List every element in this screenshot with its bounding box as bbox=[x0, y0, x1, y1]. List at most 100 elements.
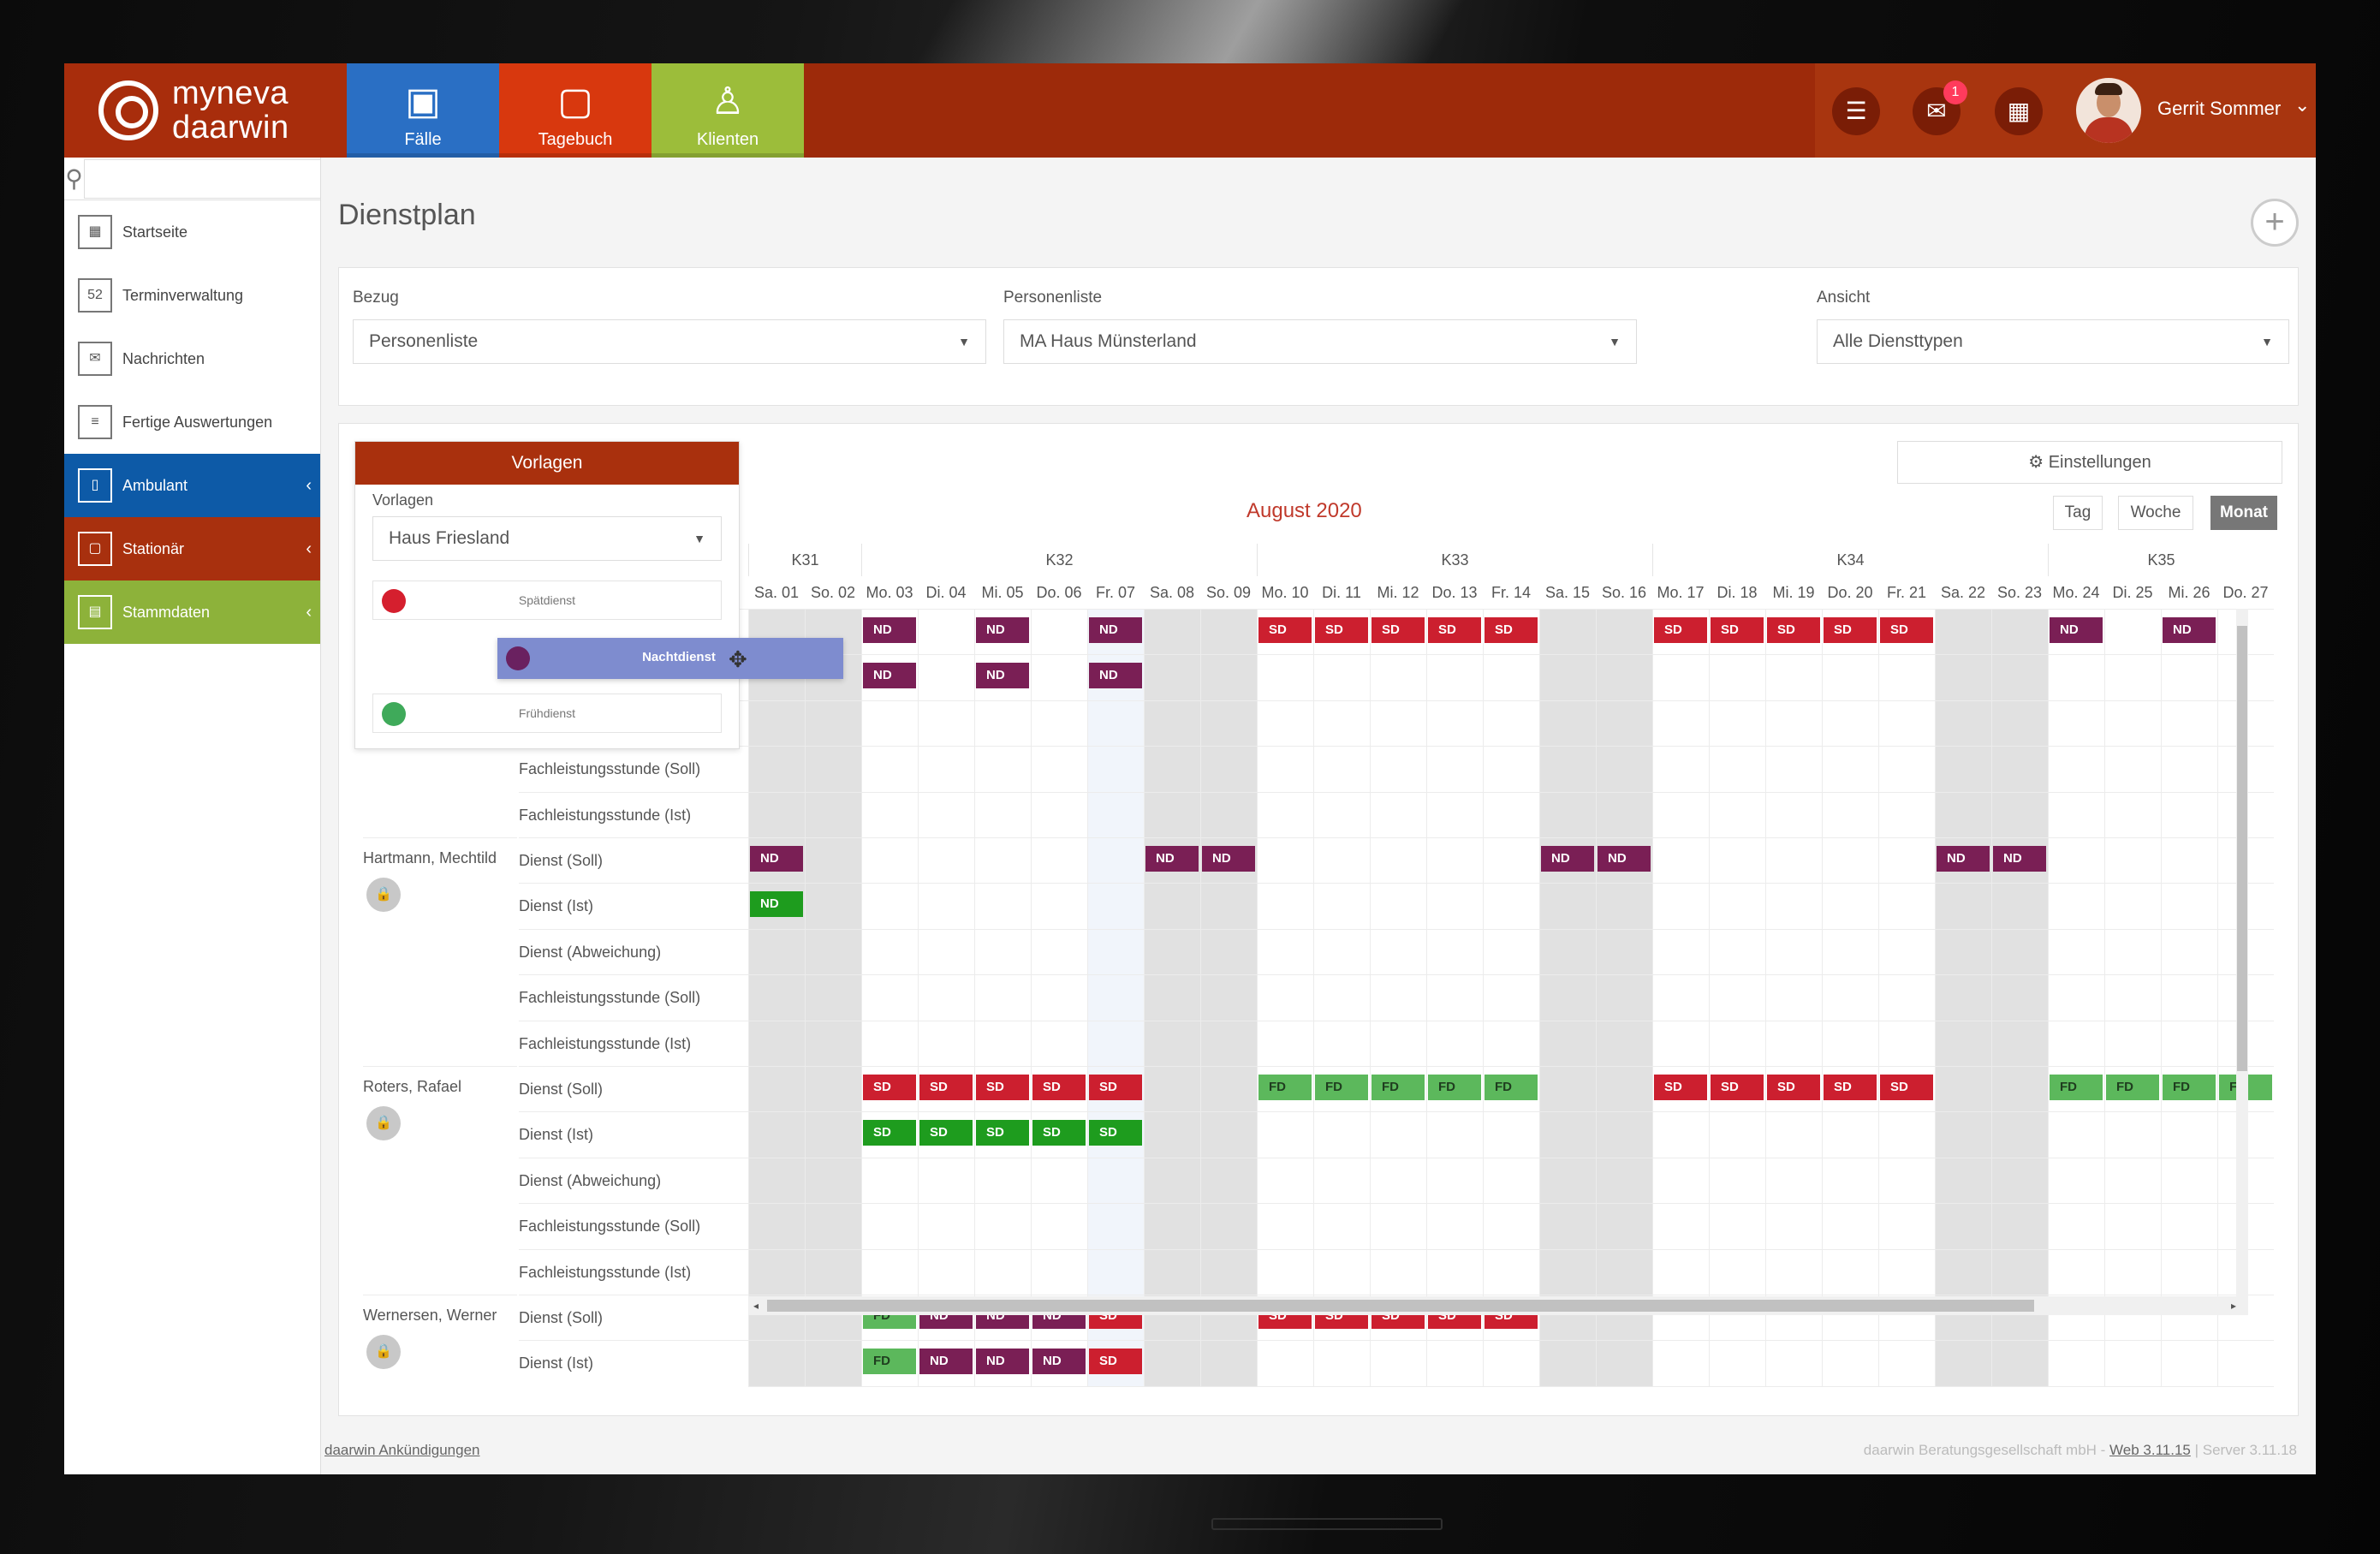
lock-icon[interactable]: 🔒 bbox=[366, 1335, 401, 1369]
shift-chip[interactable]: ND bbox=[750, 891, 803, 918]
lock-icon[interactable]: 🔒 bbox=[366, 1106, 401, 1140]
sidebar-item-startseite[interactable]: ▦ Startseite bbox=[64, 200, 320, 264]
shift-chip[interactable]: SD bbox=[1824, 1075, 1877, 1100]
shift-chip[interactable]: ND bbox=[863, 663, 916, 689]
vorlagen-header[interactable]: Vorlagen bbox=[355, 442, 739, 485]
search-input[interactable] bbox=[84, 158, 320, 199]
messages-button[interactable]: ✉ 1 bbox=[1913, 80, 1967, 135]
shift-chip[interactable]: ND bbox=[976, 617, 1029, 643]
shift-chip[interactable]: SD bbox=[1767, 617, 1820, 643]
day-column[interactable] bbox=[1144, 609, 1200, 1386]
tab-faelle[interactable]: ▣ Fälle bbox=[347, 63, 499, 158]
shift-chip[interactable]: SD bbox=[1315, 617, 1368, 643]
day-column[interactable] bbox=[1313, 609, 1370, 1386]
shift-chip[interactable]: ND bbox=[1541, 846, 1594, 872]
shift-chip[interactable]: ND bbox=[1089, 663, 1142, 689]
shift-chip[interactable]: SD bbox=[1767, 1075, 1820, 1100]
day-column[interactable] bbox=[918, 609, 974, 1386]
day-column[interactable] bbox=[1370, 609, 1426, 1386]
sidebar-item-nachrichten[interactable]: ✉ Nachrichten bbox=[64, 327, 320, 390]
shift-chip[interactable]: SD bbox=[1711, 617, 1764, 643]
sidebar-item-stationaer[interactable]: ▢ Stationär ‹ bbox=[64, 517, 320, 581]
shift-chip[interactable]: SD bbox=[919, 1120, 973, 1146]
shift-chip[interactable]: SD bbox=[1654, 617, 1707, 643]
personenliste-select[interactable]: MA Haus Münsterland ▼ bbox=[1003, 319, 1637, 364]
shift-chip[interactable]: SD bbox=[863, 1075, 916, 1100]
day-column[interactable] bbox=[1031, 609, 1087, 1386]
day-column[interactable] bbox=[1596, 609, 1652, 1386]
shift-chip[interactable]: ND bbox=[1993, 846, 2046, 872]
shift-chip[interactable]: FD bbox=[1258, 1075, 1312, 1100]
day-column[interactable] bbox=[805, 609, 861, 1386]
day-column[interactable] bbox=[2104, 609, 2161, 1386]
shift-chip[interactable]: ND bbox=[1937, 846, 1990, 872]
app-logo[interactable]: myneva daarwin bbox=[64, 63, 347, 158]
template-fruehdienst[interactable]: Frühdienst bbox=[372, 694, 722, 733]
add-button[interactable]: + bbox=[2251, 199, 2299, 247]
shift-chip[interactable]: ND bbox=[1032, 1349, 1086, 1375]
shift-chip[interactable]: ND bbox=[1598, 846, 1651, 872]
shift-chip[interactable]: ND bbox=[2050, 617, 2103, 643]
day-column[interactable] bbox=[1822, 609, 1878, 1386]
shift-chip[interactable]: ND bbox=[976, 1349, 1029, 1375]
day-column[interactable] bbox=[1257, 609, 1313, 1386]
shift-chip[interactable]: SD bbox=[1824, 617, 1877, 643]
scroll-right-icon[interactable]: ▸ bbox=[2231, 1300, 2236, 1312]
shift-chip[interactable]: SD bbox=[1089, 1349, 1142, 1375]
shift-chip[interactable]: SD bbox=[976, 1075, 1029, 1100]
day-column[interactable] bbox=[2048, 609, 2104, 1386]
person-name[interactable]: Wernersen, Werner bbox=[363, 1307, 517, 1325]
shift-chip[interactable]: FD bbox=[1485, 1075, 1538, 1100]
view-tag-button[interactable]: Tag bbox=[2053, 496, 2103, 530]
avatar[interactable] bbox=[2076, 78, 2141, 143]
shift-chip[interactable]: SD bbox=[1485, 617, 1538, 643]
shift-chip[interactable]: FD bbox=[1371, 1075, 1425, 1100]
day-column[interactable] bbox=[1991, 609, 2048, 1386]
shift-chip[interactable]: SD bbox=[1089, 1075, 1142, 1100]
day-column[interactable] bbox=[1200, 609, 1257, 1386]
shift-chip[interactable]: ND bbox=[1089, 617, 1142, 643]
shift-chip[interactable]: SD bbox=[863, 1120, 916, 1146]
day-column[interactable] bbox=[1878, 609, 1935, 1386]
calendar-button[interactable]: ▦ bbox=[1995, 87, 2043, 135]
vertical-scroll-thumb[interactable] bbox=[2237, 626, 2247, 1071]
shift-chip[interactable]: FD bbox=[2106, 1075, 2159, 1100]
shift-chip[interactable]: FD bbox=[2050, 1075, 2103, 1100]
shift-chip[interactable]: FD bbox=[2163, 1075, 2216, 1100]
bezug-select[interactable]: Personenliste ▼ bbox=[353, 319, 986, 364]
day-column[interactable] bbox=[2161, 609, 2217, 1386]
view-woche-button[interactable]: Woche bbox=[2118, 496, 2193, 530]
shift-chip[interactable]: SD bbox=[1089, 1120, 1142, 1146]
shift-chip[interactable]: SD bbox=[1032, 1075, 1086, 1100]
shift-chip[interactable]: ND bbox=[863, 617, 916, 643]
announcements-link[interactable]: daarwin Ankündigungen bbox=[324, 1442, 479, 1459]
day-column[interactable] bbox=[1087, 609, 1144, 1386]
template-spaetdienst[interactable]: Spätdienst bbox=[372, 581, 722, 620]
day-column[interactable] bbox=[1426, 609, 1483, 1386]
settings-button[interactable]: ⚙ Einstellungen bbox=[1897, 441, 2282, 484]
shift-chip[interactable]: SD bbox=[1880, 1075, 1933, 1100]
documents-button[interactable]: ☰ bbox=[1832, 87, 1880, 135]
day-column[interactable] bbox=[1765, 609, 1822, 1386]
user-name[interactable]: Gerrit Sommer bbox=[2157, 98, 2281, 120]
shift-chip[interactable]: SD bbox=[976, 1120, 1029, 1146]
day-column[interactable] bbox=[861, 609, 918, 1386]
sidebar-item-ambulant[interactable]: ▯ Ambulant ‹ bbox=[64, 454, 320, 517]
shift-chip[interactable]: ND bbox=[919, 1349, 973, 1375]
shift-chip[interactable]: SD bbox=[1880, 617, 1933, 643]
shift-chip[interactable]: ND bbox=[750, 846, 803, 872]
template-nachtdienst-dragging[interactable]: Nachtdienst ✥ bbox=[497, 638, 843, 679]
day-column[interactable] bbox=[974, 609, 1031, 1386]
ansicht-select[interactable]: Alle Diensttypen ▼ bbox=[1817, 319, 2289, 364]
horizontal-scrollbar[interactable]: ◂ ▸ bbox=[748, 1296, 2248, 1315]
day-column[interactable] bbox=[1539, 609, 1596, 1386]
day-column[interactable] bbox=[1709, 609, 1765, 1386]
day-column[interactable] bbox=[1935, 609, 1991, 1386]
person-name[interactable]: Roters, Rafael bbox=[363, 1078, 517, 1096]
shift-chip[interactable]: SD bbox=[1371, 617, 1425, 643]
shift-chip[interactable]: FD bbox=[863, 1349, 916, 1375]
shift-chip[interactable]: SD bbox=[919, 1075, 973, 1100]
shift-chip[interactable]: SD bbox=[1428, 617, 1481, 643]
day-column[interactable] bbox=[1652, 609, 1709, 1386]
vorlagen-select[interactable]: Haus Friesland ▼ bbox=[372, 516, 722, 561]
